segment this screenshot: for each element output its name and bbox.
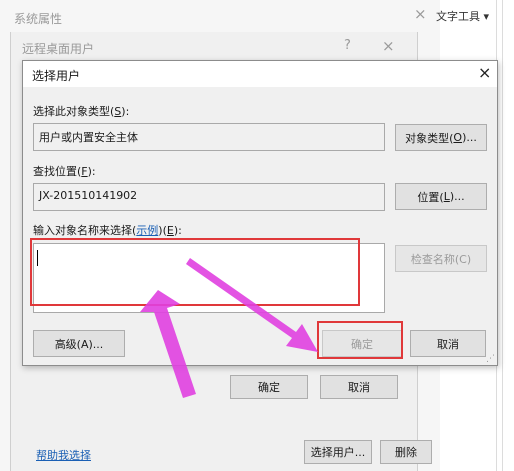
arrow-to-input-icon: [140, 290, 196, 398]
annotation-arrows: [140, 258, 318, 398]
arrow-to-ok-icon: [186, 258, 318, 352]
